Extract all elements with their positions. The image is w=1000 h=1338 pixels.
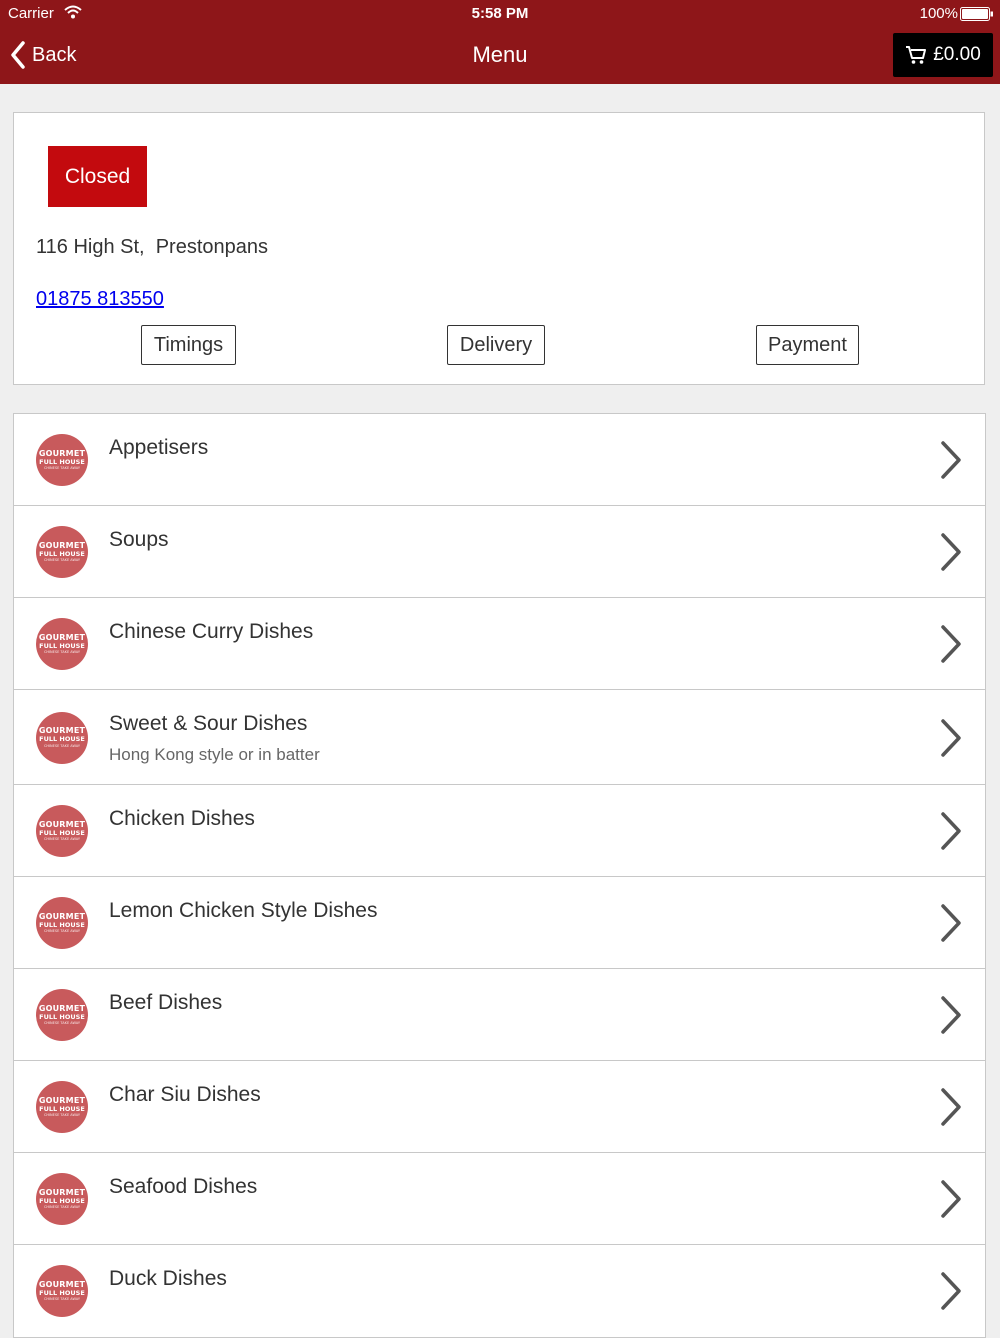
address: 116 High St, Prestonpans	[36, 236, 268, 258]
phone-link[interactable]: 01875 813550	[36, 288, 164, 311]
chevron-right-icon	[941, 1180, 961, 1218]
category-row[interactable]: GOURMET FULL HOUSE CHINESE TAKE AWAY Duck D…	[14, 1245, 985, 1337]
chevron-right-icon	[941, 904, 961, 942]
category-title: Sweet & Sour Dishes	[109, 712, 308, 735]
chevron-right-icon	[941, 1272, 961, 1310]
logo-text: GOURMET	[38, 911, 86, 921]
category-row[interactable]: GOURMET FULL HOUSE CHINESE TAKE AWAY Soups	[14, 506, 985, 598]
restaurant-logo-icon: GOURMET FULL HOUSE CHINESE TAKE AWAY	[36, 1265, 88, 1317]
category-row[interactable]: GOURMET FULL HOUSE CHINESE TAKE AWAY Appeti…	[14, 414, 985, 506]
category-title: Char Siu Dishes	[109, 1083, 261, 1106]
cart-total: £0.00	[933, 44, 981, 65]
logo-text: GOURMET	[38, 448, 86, 458]
logo-text: FULL HOUSE	[39, 549, 85, 558]
category-list: GOURMET FULL HOUSE CHINESE TAKE AWAY Appeti…	[13, 413, 986, 1338]
chevron-right-icon	[941, 718, 961, 757]
restaurant-logo-icon: GOURMET FULL HOUSE CHINESE TAKE AWAY	[36, 1173, 88, 1225]
logo-text: CHINESE TAKE AWAY	[43, 1021, 81, 1025]
restaurant-logo-icon: GOURMET FULL HOUSE CHINESE TAKE AWAY	[36, 526, 88, 578]
chevron-right-icon	[941, 625, 961, 663]
logo-text: FULL HOUSE	[39, 457, 85, 466]
restaurant-logo-icon: GOURMET FULL HOUSE CHINESE TAKE AWAY	[36, 989, 88, 1041]
logo-text: GOURMET	[38, 1095, 86, 1105]
delivery-button[interactable]: Delivery	[447, 325, 545, 365]
battery-percent: 100%	[919, 5, 958, 22]
category-row[interactable]: GOURMET FULL HOUSE CHINESE TAKE AWAY Char S…	[14, 1061, 985, 1153]
logo-text: CHINESE TAKE AWAY	[43, 558, 81, 562]
category-title: Lemon Chicken Style Dishes	[109, 899, 378, 922]
cart-icon	[906, 46, 927, 64]
logo-text: GOURMET	[38, 632, 86, 642]
logo-text: FULL HOUSE	[39, 1196, 85, 1205]
logo-text: FULL HOUSE	[39, 1288, 85, 1297]
logo-text: FULL HOUSE	[39, 1104, 85, 1113]
category-title: Soups	[109, 528, 169, 551]
category-title: Beef Dishes	[109, 991, 223, 1014]
logo-text: CHINESE TAKE AWAY	[43, 650, 81, 654]
category-title: Appetisers	[109, 436, 209, 459]
restaurant-logo-icon: GOURMET FULL HOUSE CHINESE TAKE AWAY	[36, 434, 88, 486]
logo-text: FULL HOUSE	[39, 1012, 85, 1021]
category-title: Seafood Dishes	[109, 1175, 258, 1198]
chevron-right-icon	[941, 812, 961, 850]
logo-text: CHINESE TAKE AWAY	[43, 1113, 81, 1117]
chevron-right-icon	[941, 533, 961, 571]
category-row[interactable]: GOURMET FULL HOUSE CHINESE TAKE AWAY Lemon …	[14, 877, 985, 969]
logo-text: GOURMET	[38, 1003, 86, 1013]
logo-text: FULL HOUSE	[39, 641, 85, 650]
restaurant-info-card: Closed 116 High St, Prestonpans 01875 81…	[13, 112, 985, 385]
payment-button[interactable]: Payment	[756, 325, 859, 365]
logo-text: CHINESE TAKE AWAY	[43, 1205, 81, 1209]
logo-text: CHINESE TAKE AWAY	[43, 837, 81, 841]
category-row[interactable]: GOURMET FULL HOUSE CHINESE TAKE AWAY Chines…	[14, 598, 985, 690]
category-row[interactable]: GOURMET FULL HOUSE CHINESE TAKE AWAY Beef D…	[14, 969, 985, 1061]
logo-text: GOURMET	[38, 540, 86, 550]
nav-header: Carrier 5:58 PM 100% Back Menu £0.00	[0, 0, 1000, 84]
logo-text: GOURMET	[38, 1187, 86, 1197]
status-bar: Carrier 5:58 PM 100%	[0, 0, 1000, 28]
logo-text: CHINESE TAKE AWAY	[43, 929, 81, 933]
category-row[interactable]: GOURMET FULL HOUSE CHINESE TAKE AWAY Chicke…	[14, 785, 985, 877]
battery-icon	[960, 7, 993, 21]
category-subtitle: Hong Kong style or in batter	[109, 745, 320, 764]
restaurant-logo-icon: GOURMET FULL HOUSE CHINESE TAKE AWAY	[36, 897, 88, 949]
status-time: 5:58 PM	[471, 5, 529, 22]
chevron-right-icon	[941, 996, 961, 1034]
category-row[interactable]: GOURMET FULL HOUSE CHINESE TAKE AWAY Sweet …	[14, 690, 985, 785]
cart-button[interactable]: £0.00	[893, 33, 993, 77]
status-badge: Closed	[48, 146, 147, 207]
logo-text: FULL HOUSE	[39, 920, 85, 929]
restaurant-logo-icon: GOURMET FULL HOUSE CHINESE TAKE AWAY	[36, 1081, 88, 1133]
category-title: Chinese Curry Dishes	[109, 620, 314, 643]
category-title: Duck Dishes	[109, 1267, 227, 1290]
timings-button[interactable]: Timings	[141, 325, 236, 365]
logo-text: GOURMET	[38, 1279, 86, 1289]
restaurant-logo-icon: GOURMET FULL HOUSE CHINESE TAKE AWAY	[36, 711, 88, 764]
logo-text: CHINESE TAKE AWAY	[43, 1297, 81, 1301]
category-row[interactable]: GOURMET FULL HOUSE CHINESE TAKE AWAY Seafoo…	[14, 1153, 985, 1245]
logo-text: GOURMET	[38, 726, 86, 735]
chevron-right-icon	[941, 441, 961, 479]
logo-text: GOURMET	[38, 819, 86, 829]
logo-text: FULL HOUSE	[39, 828, 85, 837]
logo-text: CHINESE TAKE AWAY	[43, 466, 81, 470]
restaurant-logo-icon: GOURMET FULL HOUSE CHINESE TAKE AWAY	[36, 618, 88, 670]
page-title: Menu	[472, 42, 528, 67]
category-title: Chicken Dishes	[109, 807, 255, 830]
chevron-right-icon	[941, 1088, 961, 1126]
logo-text: FULL HOUSE	[39, 735, 85, 743]
logo-text: CHINESE TAKE AWAY	[43, 743, 81, 748]
restaurant-logo-icon: GOURMET FULL HOUSE CHINESE TAKE AWAY	[36, 805, 88, 857]
